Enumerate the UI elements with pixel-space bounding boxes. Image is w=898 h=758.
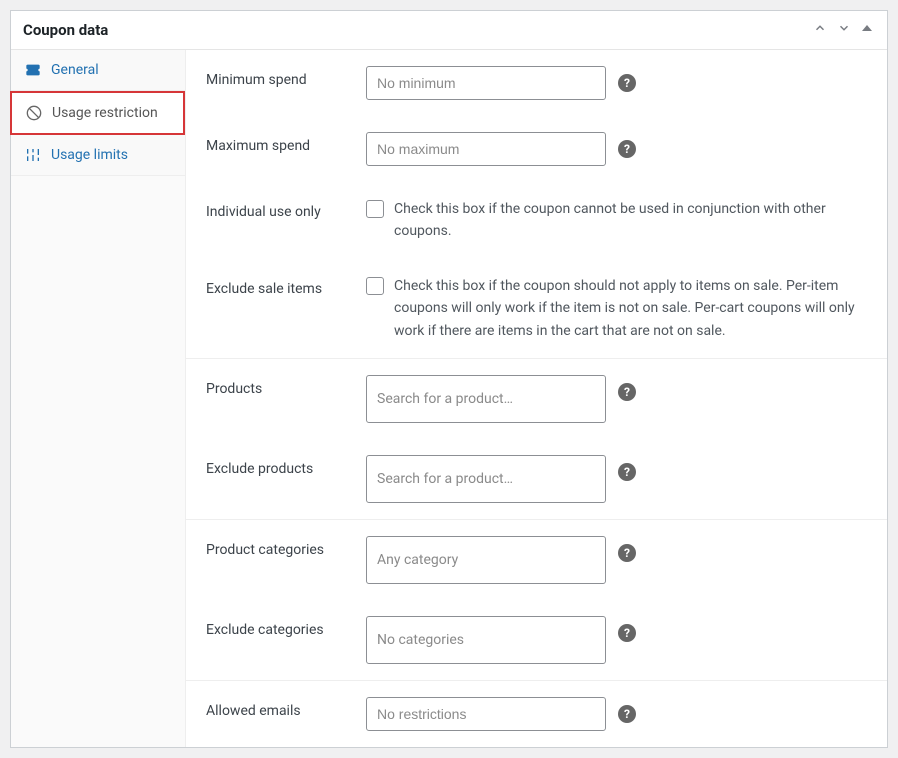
row-allowed-emails: Allowed emails ? (186, 680, 887, 747)
form-content: Minimum spend ? Maximum spend ? Individu… (186, 50, 887, 747)
move-up-icon[interactable] (811, 19, 829, 41)
row-products: Products Search for a product… ? (186, 358, 887, 439)
label-exclude-sale: Exclude sale items (206, 275, 366, 297)
help-icon[interactable]: ? (618, 383, 636, 401)
row-individual-use: Individual use only Check this box if th… (186, 182, 887, 259)
select-exclude-categories[interactable]: No categories (366, 616, 606, 664)
sidebar: General Usage restriction Usage limits (11, 50, 186, 747)
panel-controls (811, 19, 875, 41)
select-product-categories[interactable]: Any category (366, 536, 606, 584)
row-minimum-spend: Minimum spend ? (186, 50, 887, 116)
sidebar-item-general[interactable]: General (11, 50, 185, 91)
help-icon[interactable]: ? (618, 463, 636, 481)
row-exclude-products: Exclude products Search for a product… ? (186, 439, 887, 519)
label-products: Products (206, 375, 366, 397)
input-allowed-emails[interactable] (366, 697, 606, 731)
row-exclude-sale: Exclude sale items Check this box if the… (186, 259, 887, 358)
row-maximum-spend: Maximum spend ? (186, 116, 887, 182)
panel-title: Coupon data (23, 21, 108, 39)
help-icon[interactable]: ? (618, 544, 636, 562)
help-icon[interactable]: ? (618, 705, 636, 723)
label-maximum-spend: Maximum spend (206, 132, 366, 154)
select-products[interactable]: Search for a product… (366, 375, 606, 423)
label-exclude-products: Exclude products (206, 455, 366, 477)
label-minimum-spend: Minimum spend (206, 66, 366, 88)
checkbox-exclude-sale[interactable] (366, 277, 384, 295)
coupon-data-panel: Coupon data General (10, 10, 888, 748)
help-icon[interactable]: ? (618, 140, 636, 158)
panel-header: Coupon data (11, 11, 887, 50)
help-icon[interactable]: ? (618, 74, 636, 92)
help-icon[interactable]: ? (618, 624, 636, 642)
description-exclude-sale: Check this box if the coupon should not … (394, 275, 867, 342)
label-allowed-emails: Allowed emails (206, 697, 366, 719)
input-maximum-spend[interactable] (366, 132, 606, 166)
sidebar-item-usage-limits[interactable]: Usage limits (11, 135, 185, 176)
sidebar-item-label: Usage restriction (52, 105, 158, 121)
ticket-icon (25, 62, 41, 78)
sidebar-item-usage-restriction[interactable]: Usage restriction (10, 91, 185, 135)
input-minimum-spend[interactable] (366, 66, 606, 100)
checkbox-individual-use[interactable] (366, 200, 384, 218)
description-individual-use: Check this box if the coupon cannot be u… (394, 198, 867, 243)
collapse-icon[interactable] (859, 20, 875, 40)
move-down-icon[interactable] (835, 19, 853, 41)
sidebar-item-label: General (51, 62, 99, 78)
row-exclude-categories: Exclude categories No categories ? (186, 600, 887, 680)
row-product-categories: Product categories Any category ? (186, 519, 887, 600)
sliders-icon (25, 147, 41, 163)
panel-body: General Usage restriction Usage limits M… (11, 50, 887, 747)
label-exclude-categories: Exclude categories (206, 616, 366, 638)
label-individual-use: Individual use only (206, 198, 366, 220)
ban-icon (26, 105, 42, 121)
label-product-categories: Product categories (206, 536, 366, 558)
sidebar-item-label: Usage limits (51, 147, 128, 163)
select-exclude-products[interactable]: Search for a product… (366, 455, 606, 503)
